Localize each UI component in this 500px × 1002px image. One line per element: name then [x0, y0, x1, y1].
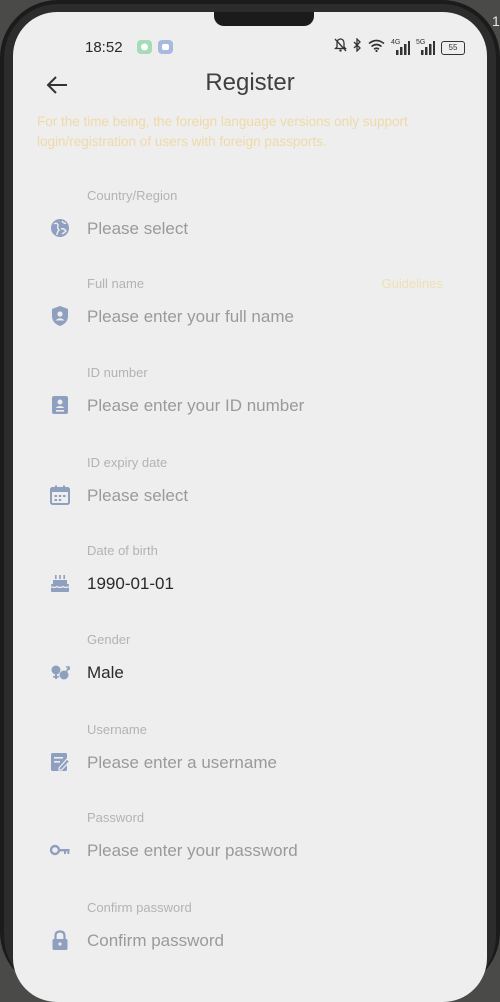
field-label: Confirm password: [87, 900, 192, 915]
field-password: Password: [13, 810, 487, 890]
username-input[interactable]: [87, 751, 457, 775]
guidelines-link[interactable]: Guidelines: [382, 276, 443, 291]
id-expiry-placeholder: Please select: [87, 486, 189, 505]
confirm-password-input[interactable]: [87, 929, 457, 953]
field-full-name: Full name Guidelines: [13, 276, 487, 356]
bluetooth-icon: [353, 37, 362, 57]
field-label: ID expiry date: [87, 455, 168, 470]
field-date-of-birth[interactable]: Date of birth 1990-01-01: [13, 543, 487, 623]
lock-icon: [49, 929, 71, 951]
field-confirm-password: Confirm password: [13, 900, 487, 980]
camera-notch: [214, 12, 314, 26]
status-icons: 4G 5G 55: [333, 37, 465, 57]
field-label: Date of birth: [87, 543, 158, 558]
country-select[interactable]: Please select: [87, 219, 188, 239]
battery-icon: 55: [441, 40, 465, 55]
id-number-input[interactable]: [87, 394, 457, 418]
message-icon: [158, 40, 173, 54]
gender-icon: [49, 661, 71, 683]
field-label: Gender: [87, 632, 131, 647]
field-label: ID number: [87, 365, 148, 380]
wifi-icon: [368, 39, 385, 57]
network-type-label: 4G: [391, 39, 401, 46]
calendar-icon: [49, 484, 71, 506]
globe-icon: [49, 217, 71, 239]
password-input[interactable]: [87, 839, 457, 863]
birthday-cake-icon: [49, 572, 71, 594]
foreign-passport-notice: For the time being, the foreign language…: [37, 114, 408, 149]
signal-icon: 4G: [391, 39, 410, 55]
edge-digit: 1: [492, 14, 500, 28]
chat-icon: [137, 40, 152, 54]
field-label: Country/Region: [87, 188, 178, 203]
field-id-number: ID number: [13, 365, 487, 445]
field-gender[interactable]: Gender Male: [13, 632, 487, 712]
country-placeholder: Please select: [87, 219, 189, 238]
field-country[interactable]: Country/Region Please select: [13, 188, 487, 268]
gender-value[interactable]: Male: [87, 663, 124, 683]
field-username: Username: [13, 722, 487, 802]
signal-icon: 5G: [416, 39, 435, 55]
field-label: Password: [87, 810, 145, 825]
page-title: Register: [205, 69, 295, 96]
edit-note-icon: [49, 751, 71, 773]
header: Register: [13, 66, 487, 106]
field-label: Username: [87, 722, 147, 737]
id-card-icon: [49, 394, 71, 416]
mute-bell-icon: [333, 38, 348, 57]
app-screen: 18:52 4G 5G 55 Register For the time bei…: [13, 12, 487, 1002]
field-id-expiry[interactable]: ID expiry date Please select: [13, 455, 487, 535]
id-expiry-select[interactable]: Please select: [87, 486, 188, 506]
status-time: 18:52: [85, 39, 123, 56]
date-of-birth-value[interactable]: 1990-01-01: [87, 574, 174, 594]
id-shield-icon: [49, 305, 71, 327]
network-type-label: 5G: [416, 39, 426, 46]
field-label: Full name: [87, 276, 145, 291]
key-icon: [49, 839, 71, 861]
full-name-input[interactable]: [87, 305, 457, 329]
